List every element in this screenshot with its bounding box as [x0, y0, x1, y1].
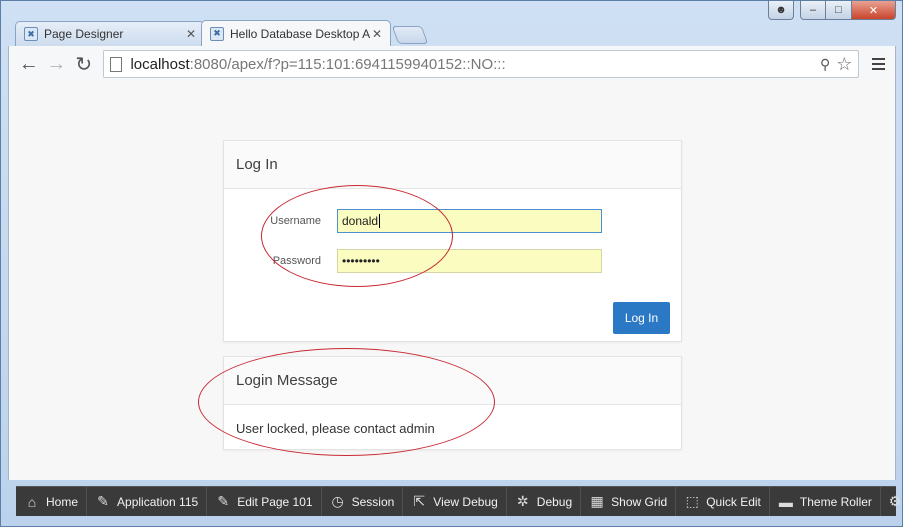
- clock-icon: ◷: [331, 493, 344, 509]
- gear-icon: ⚙: [888, 493, 902, 509]
- paint-roller-icon: ▬: [778, 493, 793, 510]
- bug-icon: ✲: [516, 493, 529, 509]
- page-content: Log In Username donald Password ••••••••…: [8, 82, 896, 480]
- dev-theme-roller-button[interactable]: ▬ Theme Roller: [770, 487, 881, 516]
- dev-session-label: Session: [351, 494, 395, 509]
- apex-favicon-icon: ✖: [210, 26, 224, 41]
- username-input[interactable]: donald: [337, 209, 602, 233]
- password-label: Password: [272, 255, 321, 267]
- key-icon[interactable]: ⚲: [820, 56, 830, 73]
- external-icon: ⇱: [413, 493, 426, 509]
- url-host: localhost: [130, 55, 190, 73]
- dev-edit-page-button[interactable]: ✎ Edit Page 101: [207, 487, 322, 516]
- login-region: Log In Username donald Password ••••••••…: [223, 140, 682, 342]
- tab-title: Page Designer: [44, 27, 124, 41]
- dev-session-button[interactable]: ◷ Session: [322, 487, 404, 516]
- minimize-button[interactable]: –: [800, 1, 826, 20]
- grid-icon: ▦: [590, 493, 604, 509]
- dev-debug-button[interactable]: ✲ Debug: [507, 487, 582, 516]
- browser-toolbar: ← → ↻ localhost :8080/apex/f?p=115:101:6…: [8, 46, 896, 82]
- bookmark-star-icon[interactable]: ☆: [836, 54, 852, 75]
- username-row: Username donald: [224, 209, 681, 233]
- developer-toolbar: ⌂ Home ✎ Application 115 ✎ Edit Page 101…: [16, 486, 901, 516]
- login-message-title: Login Message: [224, 357, 681, 405]
- dev-quick-edit-label: Quick Edit: [706, 494, 761, 509]
- tab-title: Hello Database Desktop A: [230, 26, 370, 41]
- dev-view-debug-label: View Debug: [433, 494, 498, 509]
- tab-hello-database[interactable]: ✖ Hello Database Desktop A ✕: [201, 20, 391, 46]
- tab-page-designer[interactable]: ✖ Page Designer ✕: [15, 21, 205, 46]
- dev-application-label: Application 115: [117, 494, 199, 509]
- password-row: Password •••••••••: [224, 249, 681, 273]
- username-value: donald: [342, 214, 379, 228]
- close-tab-icon[interactable]: ✕: [370, 27, 384, 41]
- dev-show-grid-button[interactable]: ▦ Show Grid: [581, 487, 677, 516]
- dev-application-button[interactable]: ✎ Application 115: [87, 487, 208, 516]
- dev-theme-roller-label: Theme Roller: [799, 494, 872, 509]
- url-path: :8080/apex/f?p=115:101:6941159940152::NO…: [189, 55, 506, 73]
- dev-quick-edit-button[interactable]: ⬚ Quick Edit: [676, 487, 770, 516]
- login-message-region: Login Message User locked, please contac…: [223, 356, 682, 450]
- new-tab-button[interactable]: [391, 26, 429, 44]
- page-icon: [110, 56, 123, 72]
- address-bar[interactable]: localhost :8080/apex/f?p=115:101:6941159…: [103, 50, 860, 78]
- dev-edit-page-label: Edit Page 101: [237, 494, 313, 509]
- dev-home-button[interactable]: ⌂ Home: [16, 487, 88, 516]
- user-icon[interactable]: ☻: [768, 1, 794, 20]
- edit-icon: ✎: [97, 493, 109, 509]
- password-value: •••••••••: [342, 254, 380, 268]
- password-input[interactable]: •••••••••: [337, 249, 602, 273]
- login-region-title: Log In: [224, 141, 681, 189]
- dev-home-label: Home: [46, 494, 79, 509]
- back-arrow-icon[interactable]: ←: [15, 50, 42, 78]
- dev-settings-button[interactable]: ⚙: [881, 487, 903, 516]
- cursor-icon: ⬚: [685, 493, 699, 509]
- dev-view-debug-button[interactable]: ⇱ View Debug: [403, 487, 507, 516]
- dev-debug-label: Debug: [536, 494, 573, 509]
- dev-show-grid-label: Show Grid: [611, 494, 668, 509]
- browser-window: ☻ – □ ✕ ✖ Page Designer ✕ ✖ Hello Databa…: [0, 0, 903, 527]
- tab-strip: ✖ Page Designer ✕ ✖ Hello Database Deskt…: [15, 20, 429, 46]
- home-icon: ⌂: [27, 493, 37, 510]
- reload-icon[interactable]: ↻: [70, 50, 97, 78]
- browser-menu-icon[interactable]: [867, 58, 889, 70]
- maximize-button[interactable]: □: [826, 1, 852, 20]
- close-window-button[interactable]: ✕: [852, 1, 896, 20]
- username-label: Username: [270, 215, 321, 227]
- window-controls: ☻ – □ ✕: [768, 1, 896, 21]
- edit-icon: ✎: [217, 493, 230, 509]
- close-tab-icon[interactable]: ✕: [184, 27, 198, 41]
- login-message-text: User locked, please contact admin: [236, 421, 435, 436]
- login-button[interactable]: Log In: [613, 302, 670, 334]
- apex-favicon-icon: ✖: [24, 27, 38, 41]
- forward-arrow-icon[interactable]: →: [42, 50, 69, 78]
